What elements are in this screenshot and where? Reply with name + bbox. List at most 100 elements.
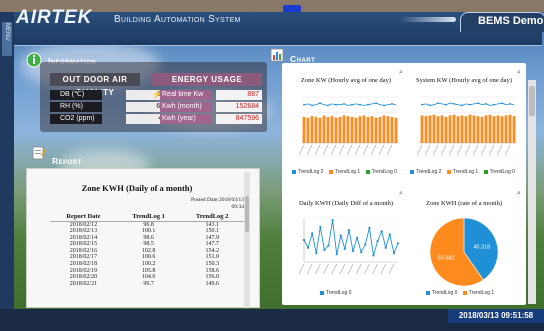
legend-item: TrendLog 0 [426,290,457,296]
table-header-row: Report Date TrendLog 1 TrendLog 2 [50,212,244,222]
zone-kw-chart: Zone KW (Hourly avg of one day) TrendLog… [288,77,404,195]
legend-item: TrendLog 1 [328,169,360,175]
data-point [327,104,329,107]
bar [484,115,488,143]
bar [390,116,394,143]
data-point [368,226,371,229]
table-cell: 2018/02/15 [69,241,98,248]
header-swoosh [400,17,456,22]
chart-plot [416,96,516,156]
x-tick [362,144,369,156]
data-point [360,251,363,254]
data-point [383,104,385,107]
legend-swatch [446,169,451,174]
x-tick [504,144,511,156]
legend-item: TrendLog 2 [292,169,323,175]
data-point [335,253,338,256]
bar [424,116,428,143]
bar [444,116,448,143]
legend-label: TrendLog 0 [489,169,515,175]
table-row: 2018/02/18 100.2 150.3 [50,261,244,268]
data-point [485,103,487,105]
table-cell: 158.6 [205,267,219,274]
x-tick [322,144,329,156]
bar [420,115,424,143]
x-tick [314,144,321,156]
app-subtitle: Building Automation System [114,14,241,25]
posted-date: Posted Date:2018/03/13 [190,197,244,203]
column-header: TrendLog 2 [180,212,244,222]
bar [346,116,350,143]
x-tick [315,263,321,275]
legend-swatch [483,169,488,174]
bar [326,116,330,143]
table-cell: 2018/02/18 [69,261,98,268]
report-heading: Zone KWH (Daily of a month) [81,183,193,193]
zone-kwh-chart: Zone KWH (rate of a month) 40.318 59.682 … [406,200,522,318]
legend-label: TrendLog 1 [468,290,495,296]
report-scroll-thumb[interactable] [245,196,249,232]
table-cell: 98.6 [143,234,154,241]
bar [322,115,326,143]
legend-label: TrendLog 2 [298,169,324,175]
bar [366,116,370,143]
bar [310,116,314,143]
bar [448,115,452,143]
table-cell: 2018/02/12 [69,221,98,228]
table-cell: 154.2 [205,247,219,254]
table-row: 2018/02/21 99.7 149.6 [50,281,244,288]
chart-legend: TrendLog 2 TrendLog 1 TrendLog 0 [410,169,519,175]
x-tick [306,144,313,156]
zoom-icon[interactable]: ⌕ [517,69,523,76]
legend-swatch [328,169,333,174]
pie-label: 40.318 [473,244,490,250]
zoom-icon[interactable]: ⌕ [399,69,405,76]
data-point [380,230,383,233]
energy-row-month: Kwh (month) 152684 [160,102,262,113]
report-scrollbar[interactable] [244,172,250,308]
legend-item: TrendLog 2 [410,169,441,175]
data-point [501,102,503,105]
bar [508,114,512,143]
bar [460,115,464,143]
data-point [376,240,379,243]
data-point [391,103,393,105]
x-tick [354,144,361,156]
legend-label: TrendLog 0 [432,290,458,296]
chart-scroll-thumb[interactable] [529,86,535,116]
menu-tab[interactable]: MENU [2,22,12,56]
table-cell: 147.9 [205,234,219,241]
chart-plot [298,217,400,275]
chart-legend: TrendLog 0 [320,290,355,296]
table-cell: 104.0 [141,274,156,281]
bar [492,116,496,143]
data-point [477,102,479,105]
bar [456,116,460,143]
x-tick [448,144,455,156]
bar [330,116,334,143]
zoom-icon[interactable]: ⌕ [399,190,405,197]
table-cell: 100.1 [141,228,156,235]
data-point [429,104,431,107]
bar [350,116,354,143]
table-cell: 150.1 [205,228,219,235]
bar [476,116,480,143]
x-tick [347,263,354,275]
legend-swatch [462,290,467,295]
bolt-icon: ⚡ [152,90,162,99]
brand-logo: AIRTEK [16,7,93,28]
chart-legend: TrendLog 0 TrendLog 1 [426,290,498,296]
table-cell: 2018/02/20 [69,274,98,281]
energy-label: Kwh (month) [160,102,212,112]
report-table: Report Date TrendLog 1 TrendLog 2 2018/0… [50,212,244,287]
clock: 2018/03/13 09:51:58 [448,309,544,323]
daily-kwh-chart: Daily KWH (Daily Diff of a month) TrendL… [288,200,404,318]
table-cell: 150.3 [205,261,219,268]
x-tick [488,144,495,156]
data-point [375,102,377,105]
table-cell: 96.8 [143,221,154,228]
zoom-icon[interactable]: ⌕ [517,190,523,197]
bar [472,115,476,143]
x-tick [370,144,377,156]
legend-item: TrendLog 0 [365,169,397,175]
